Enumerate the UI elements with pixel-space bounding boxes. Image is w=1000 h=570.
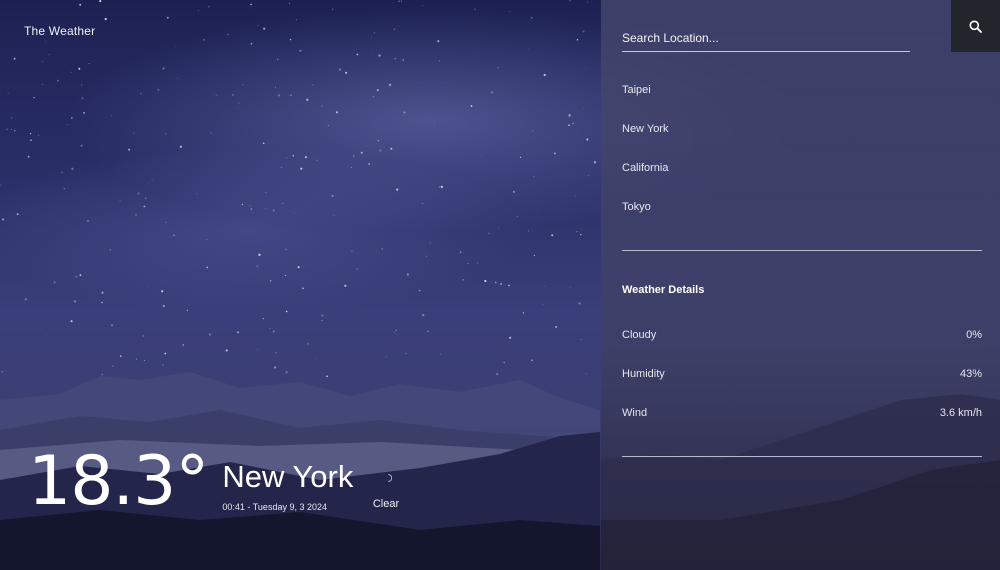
side-panel: Taipei New York California Tokyo Weather… [601, 0, 1000, 570]
location-item[interactable]: Tokyo [622, 201, 982, 240]
detail-value: 0% [966, 329, 982, 341]
moon-icon [382, 473, 392, 483]
location-item[interactable]: New York [622, 123, 982, 162]
app-brand[interactable]: The Weather [24, 24, 95, 38]
detail-label: Wind [622, 407, 648, 419]
detail-row-humidity: Humidity 43% [622, 368, 982, 380]
divider [622, 250, 982, 251]
detail-label: Cloudy [622, 329, 657, 341]
details-title: Weather Details [622, 284, 705, 296]
location-item[interactable]: California [622, 162, 982, 201]
search-row [622, 28, 910, 52]
detail-value: 43% [959, 368, 982, 380]
city-block: New York 00:41 - Tuesday 9, 3 2024 [222, 461, 353, 512]
condition: Clear [368, 472, 404, 510]
divider [622, 456, 982, 457]
detail-row-cloudy: Cloudy 0% [622, 329, 982, 341]
detail-value: 3.6 km/h [939, 407, 982, 419]
location-list: Taipei New York California Tokyo [622, 84, 982, 240]
detail-row-wind: Wind 3.6 km/h [622, 407, 982, 419]
detail-label: Humidity [622, 368, 665, 380]
search-icon [969, 20, 982, 33]
temperature: 18.3° [28, 442, 209, 521]
search-input[interactable] [622, 28, 910, 52]
condition-label: Clear [372, 498, 400, 510]
location-item[interactable]: Taipei [622, 84, 982, 123]
current-weather: 18.3° New York 00:41 - Tuesday 9, 3 2024 [28, 448, 353, 516]
search-button[interactable] [951, 0, 1000, 52]
city-name: New York [222, 459, 354, 494]
date-time: 00:41 - Tuesday 9, 3 2024 [222, 502, 327, 512]
panel-hill-silhouette [601, 394, 1000, 570]
